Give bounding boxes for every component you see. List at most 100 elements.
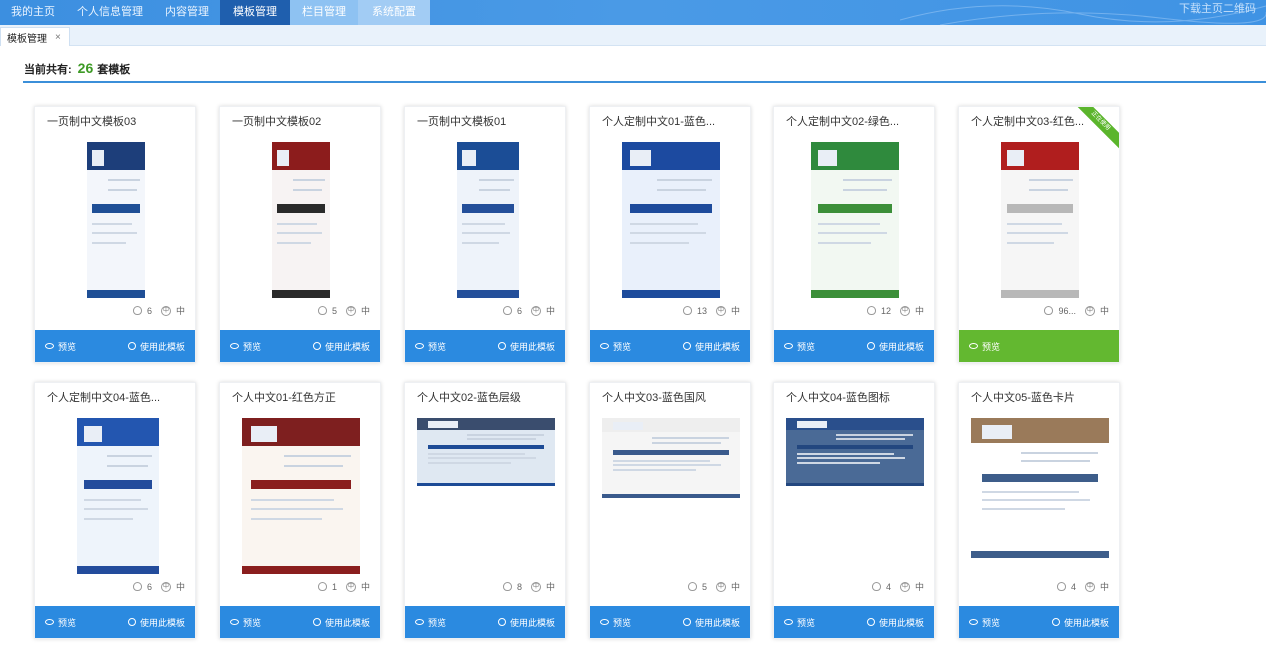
nav-column-manage[interactable]: 栏目管理 [290, 0, 358, 25]
in-use-ribbon: 正在使用 [1075, 107, 1119, 151]
template-card: 个人中文04-蓝色图标 4 中中预览 使用此模板 [773, 382, 935, 639]
template-card: 个人定制中文04-蓝色... 6 中中预览 使用此模板 [34, 382, 196, 639]
eye-icon [600, 619, 609, 625]
preview-button[interactable]: 预览 [415, 616, 446, 629]
preview-button[interactable]: 预览 [45, 340, 76, 353]
gear-icon [866, 618, 875, 626]
template-thumbnail[interactable] [971, 418, 1109, 558]
gear-icon [312, 342, 321, 350]
template-thumbnail[interactable] [417, 418, 555, 486]
preview-label: 预览 [982, 341, 1001, 352]
nav-template-manage[interactable]: 模板管理 [220, 0, 290, 25]
preview-button[interactable]: 预览 [784, 616, 815, 629]
template-thumbnail[interactable] [602, 418, 740, 498]
nav-content-manage[interactable]: 内容管理 [154, 0, 220, 25]
use-template-button[interactable]: 使用此模板 [866, 340, 924, 353]
divider [23, 81, 1266, 83]
close-icon[interactable]: × [55, 32, 61, 43]
template-thumbnail[interactable] [811, 142, 899, 298]
preview-button[interactable]: 预览 [230, 340, 261, 353]
template-thumbnail[interactable] [87, 142, 145, 298]
usage-count: 13 [696, 305, 707, 316]
usage-count: 1 [331, 581, 337, 592]
preview-button[interactable]: 预览 [45, 616, 76, 629]
tab-label: 模板管理 [7, 33, 47, 45]
preview-button[interactable]: 预览 [969, 340, 1000, 353]
language-label: 中 [360, 582, 370, 592]
nav-personal-info[interactable]: 个人信息管理 [66, 0, 154, 25]
preview-label: 预览 [613, 341, 632, 352]
language-label: 中 [175, 582, 185, 592]
language-label: 中 [545, 306, 555, 316]
use-template-button[interactable]: 使用此模板 [682, 340, 740, 353]
use-template-button[interactable]: 使用此模板 [312, 616, 370, 629]
usage-count: 4 [1070, 581, 1076, 592]
nav-my-home[interactable]: 我的主页 [0, 0, 66, 25]
use-template-button[interactable]: 使用此模板 [682, 616, 740, 629]
nav-system-config[interactable]: 系统配置 [358, 0, 430, 25]
template-thumbnail[interactable] [242, 418, 360, 574]
gear-icon [1051, 618, 1060, 626]
usage-count: 6 [146, 581, 152, 592]
tab-template-manage[interactable]: 模板管理 × [0, 27, 70, 46]
gear-icon [497, 342, 506, 350]
use-template-label: 使用此模板 [509, 617, 555, 628]
use-template-button[interactable]: 使用此模板 [497, 616, 555, 629]
preview-button[interactable]: 预览 [600, 616, 631, 629]
card-action-bar: 预览 使用此模板 [774, 330, 934, 362]
use-template-button[interactable]: 使用此模板 [312, 340, 370, 353]
download-qr-link[interactable]: 下载主页二维码 [1179, 0, 1256, 19]
template-thumbnail[interactable] [77, 418, 159, 574]
usage-count: 6 [146, 305, 152, 316]
eye-icon [969, 343, 978, 349]
template-thumbnail[interactable] [622, 142, 720, 298]
language-icon: 中 [160, 305, 171, 316]
use-template-button[interactable]: 使用此模板 [866, 616, 924, 629]
eye-icon [600, 343, 609, 349]
user-icon [502, 582, 512, 591]
language-label: 中 [730, 582, 740, 592]
template-thumbnail[interactable] [457, 142, 519, 298]
use-template-button[interactable]: 使用此模板 [497, 340, 555, 353]
preview-button[interactable]: 预览 [600, 340, 631, 353]
usage-count: 5 [331, 305, 337, 316]
use-template-label: 使用此模板 [509, 341, 555, 352]
eye-icon [230, 619, 239, 625]
usage-count: 6 [516, 305, 522, 316]
top-nav-bar: 我的主页 个人信息管理 内容管理 模板管理 栏目管理 系统配置 下载主页二维码 [0, 0, 1266, 25]
template-card: 个人定制中文01-蓝色... 13 中中预览 使用此模板 [589, 106, 751, 363]
user-icon [502, 306, 512, 315]
language-icon: 中 [530, 581, 541, 592]
preview-button[interactable]: 预览 [784, 340, 815, 353]
template-card: 个人中文02-蓝色层级 8 中中预览 使用此模板 [404, 382, 566, 639]
template-meta: 4中中 [1056, 580, 1109, 593]
user-icon [866, 306, 876, 315]
template-title: 个人中文05-蓝色卡片 [971, 392, 1075, 404]
eye-icon [415, 343, 424, 349]
template-title: 个人中文01-红色方正 [232, 392, 336, 404]
language-icon: 中 [530, 305, 541, 316]
gear-icon [312, 618, 321, 626]
user-icon [687, 582, 697, 591]
language-label: 中 [175, 306, 185, 316]
language-icon: 中 [345, 581, 356, 592]
preview-label: 预览 [797, 617, 816, 628]
language-label: 中 [1099, 582, 1109, 592]
template-title: 个人定制中文02-绿色... [786, 116, 900, 128]
preview-button[interactable]: 预览 [415, 340, 446, 353]
use-template-button[interactable]: 使用此模板 [127, 616, 185, 629]
template-thumbnail[interactable] [1001, 142, 1079, 298]
preview-button[interactable]: 预览 [969, 616, 1000, 629]
language-label: 中 [545, 582, 555, 592]
eye-icon [45, 343, 54, 349]
use-template-button[interactable]: 使用此模板 [1051, 616, 1109, 629]
template-thumbnail[interactable] [272, 142, 330, 298]
language-icon: 中 [1084, 581, 1095, 592]
language-label: 中 [360, 306, 370, 316]
gear-icon [127, 342, 136, 350]
use-template-button[interactable]: 使用此模板 [127, 340, 185, 353]
template-thumbnail[interactable] [786, 418, 924, 486]
preview-button[interactable]: 预览 [230, 616, 261, 629]
card-action-bar: 预览 [959, 330, 1119, 362]
language-icon: 中 [715, 581, 726, 592]
